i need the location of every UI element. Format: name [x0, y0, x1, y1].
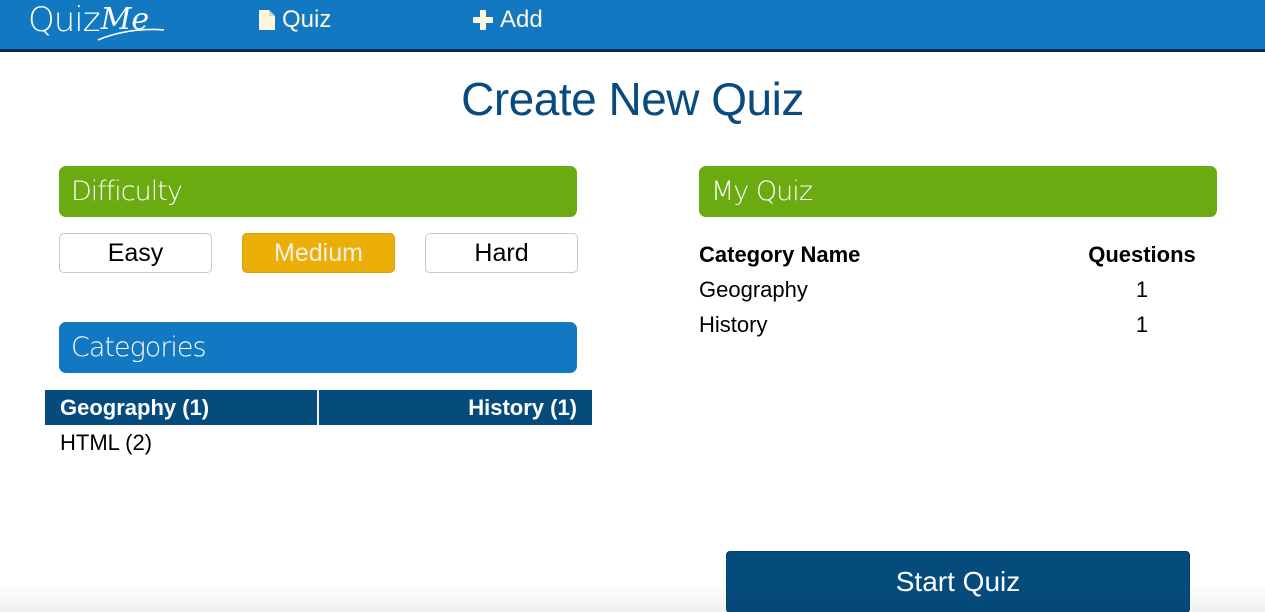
- category-html[interactable]: HTML (2): [45, 425, 318, 460]
- categories-table: Geography (1) History (1) HTML (2): [45, 390, 592, 460]
- logo-swoosh-icon: [97, 28, 165, 41]
- nav-quiz-link[interactable]: Quiz: [258, 4, 331, 36]
- difficulty-easy-button[interactable]: Easy: [59, 233, 212, 273]
- difficulty-hard-button[interactable]: Hard: [425, 233, 578, 273]
- my-quiz-question-count: 1: [1135, 311, 1149, 337]
- my-quiz-header: My Quiz: [699, 166, 1217, 217]
- plus-icon: [473, 10, 493, 30]
- categories-header: Categories: [59, 322, 577, 373]
- nav-add-link[interactable]: Add: [472, 4, 543, 36]
- category-history[interactable]: History (1): [318, 390, 592, 425]
- categories-row: Geography (1) History (1): [45, 390, 592, 425]
- difficulty-medium-button[interactable]: Medium: [242, 233, 395, 273]
- my-quiz-question-count: 1: [1135, 276, 1149, 302]
- column-questions: Questions: [1088, 242, 1196, 267]
- difficulty-header: Difficulty: [59, 166, 577, 217]
- start-quiz-button[interactable]: Start Quiz: [726, 551, 1190, 612]
- file-icon: [259, 10, 275, 30]
- logo[interactable]: Quiz Me: [28, 0, 165, 46]
- my-quiz-table: Category Name Questions Geography 1 Hist…: [699, 238, 1217, 342]
- categories-row: HTML (2): [45, 425, 592, 460]
- nav-add-label: Add: [500, 6, 543, 33]
- logo-text-quiz: Quiz: [28, 0, 101, 40]
- my-quiz-category: History: [699, 311, 768, 337]
- page-title: Create New Quiz: [461, 73, 804, 125]
- column-category-name: Category Name: [699, 242, 861, 267]
- my-quiz-category: Geography: [699, 276, 808, 302]
- my-quiz-row: Geography 1: [699, 272, 1217, 307]
- nav-quiz-label: Quiz: [282, 6, 332, 33]
- category-empty: [318, 425, 592, 460]
- category-geography[interactable]: Geography (1): [45, 390, 319, 425]
- my-quiz-row: History 1: [699, 307, 1217, 342]
- my-quiz-header-row: Category Name Questions: [699, 238, 1217, 272]
- navbar: Quiz Me Quiz Add: [0, 0, 1265, 52]
